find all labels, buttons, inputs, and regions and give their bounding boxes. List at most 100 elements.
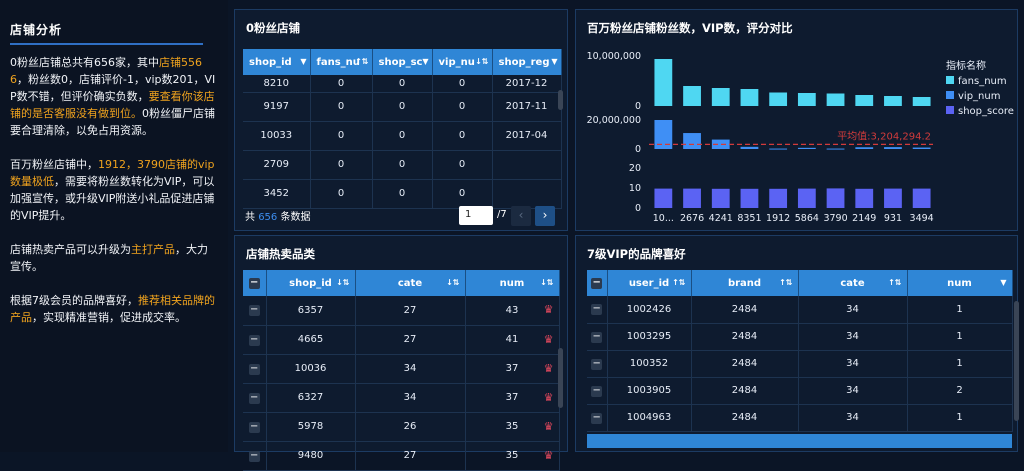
million-fans-chart-panel: 百万粉丝店铺粉丝数，VIP数，评分对比 10,000,000 0 20,000,00… (575, 9, 1018, 231)
table-row[interactable]: 9197 0 0 0 2017-11 (243, 92, 562, 122)
expand-all-cell[interactable]: − (587, 270, 608, 296)
analysis-para-3: 店铺热卖产品可以升级为主打产品，大力宣传。 (10, 241, 218, 275)
sort-icon[interactable]: ▼ (551, 57, 557, 66)
column-header-shop_sc[interactable]: shop_sc ▼ (372, 49, 433, 75)
minus-icon[interactable]: − (248, 363, 260, 375)
sort-icon[interactable]: ↓⇅ (336, 278, 349, 287)
minus-icon[interactable]: − (591, 331, 603, 343)
zero-fans-scrollbar[interactable] (558, 90, 563, 110)
table-cell: 6327 (266, 383, 356, 413)
expand-cell[interactable]: − (587, 377, 608, 405)
column-label: num (499, 277, 525, 289)
prev-page-button[interactable]: ‹ (511, 206, 531, 226)
table-row[interactable]: −9480 27 35 ♛ (243, 441, 560, 471)
column-header-shop_id[interactable]: shop_id ▼ (243, 49, 311, 75)
sort-icon[interactable]: ↓⇅ (446, 278, 459, 287)
sort-icon[interactable]: ↓⇅ (540, 278, 553, 287)
legend-swatch-fans_num (946, 76, 954, 84)
minus-icon[interactable]: − (591, 385, 603, 397)
bar-vip_num (683, 133, 701, 149)
table-cell: 100352 (607, 350, 692, 378)
table-cell: 0 (310, 121, 373, 151)
minus-icon[interactable]: − (248, 392, 260, 404)
bar-vip_num (826, 148, 845, 150)
column-header-num[interactable]: num ▼ (907, 270, 1013, 296)
table-row[interactable]: 10033 0 0 0 2017-04 (243, 121, 562, 151)
expand-cell[interactable]: − (587, 350, 608, 378)
crown-icon: ♛ (543, 303, 554, 316)
table-cell: 9197 (243, 92, 311, 122)
minus-icon[interactable]: − (248, 450, 260, 462)
sort-icon[interactable]: ▼ (1000, 278, 1006, 287)
table-row[interactable]: −6327 34 37 ♛ (243, 383, 560, 413)
column-header-user_id[interactable]: user_id ↑⇅ (607, 270, 692, 296)
sort-icon[interactable]: ↑⇅ (672, 278, 685, 287)
table-cell: 1002426 (607, 296, 692, 324)
table-cell: 4665 (266, 325, 356, 355)
vip7-scrollbar[interactable] (1014, 301, 1019, 421)
bar-fans_num (740, 89, 759, 106)
x-tick-label: 8351 (737, 213, 761, 224)
expand-cell[interactable]: − (243, 325, 267, 355)
table-row[interactable]: −1004963 2484 34 1 (587, 404, 1013, 432)
next-page-button[interactable]: › (535, 206, 555, 226)
minus-icon[interactable]: − (248, 305, 260, 317)
table-row[interactable]: −6357 27 43 ♛ (243, 296, 560, 326)
table-cell: 2484 (691, 404, 799, 432)
expand-cell[interactable]: − (587, 323, 608, 351)
table-row[interactable]: −1003905 2484 34 2 (587, 377, 1013, 405)
sort-icon[interactable]: ↑⇅ (888, 278, 901, 287)
sort-icon[interactable]: ↑⇅ (779, 278, 792, 287)
table-row[interactable]: 3452 0 0 0 (243, 179, 562, 209)
analysis-text-segment: 0粉丝店铺总共有656家，其中 (10, 56, 159, 69)
column-header-brand[interactable]: brand ↑⇅ (691, 270, 799, 296)
column-header-cate[interactable]: cate ↑⇅ (798, 270, 908, 296)
expand-all-cell[interactable]: − (243, 270, 267, 296)
x-tick-label: 1912 (766, 213, 790, 224)
expand-cell[interactable]: − (243, 441, 267, 471)
table-row[interactable]: −1003295 2484 34 1 (587, 323, 1013, 351)
minus-icon[interactable]: − (591, 278, 603, 289)
legend-label-fans_num: fans_num (958, 76, 1007, 87)
table-cell: 0 (372, 92, 433, 122)
bar-fans_num (797, 93, 816, 106)
column-header-shop_reg[interactable]: shop_reg ▼ (492, 49, 562, 75)
column-header-fans_nu[interactable]: fans_nu ↑⇅ (310, 49, 373, 75)
sort-icon[interactable]: ▼ (300, 57, 306, 66)
expand-cell[interactable]: − (243, 412, 267, 442)
minus-icon[interactable]: − (248, 421, 260, 433)
column-header-num[interactable]: num ↓⇅ (465, 270, 560, 296)
expand-cell[interactable]: − (243, 383, 267, 413)
table-cell: 10033 (243, 121, 311, 151)
table-row[interactable]: 2709 0 0 0 (243, 150, 562, 180)
bar-shop_score (855, 188, 874, 208)
minus-icon[interactable]: − (248, 334, 260, 346)
table-row[interactable]: 8210 0 0 0 2017-12 (243, 75, 562, 93)
table-row[interactable]: −100352 2484 34 1 (587, 350, 1013, 378)
minus-icon[interactable]: − (591, 412, 603, 424)
table-row[interactable]: −10036 34 37 ♛ (243, 354, 560, 384)
table-cell: 37 ♛ (465, 354, 560, 384)
expand-cell[interactable]: − (243, 354, 267, 384)
minus-icon[interactable]: − (248, 278, 260, 289)
page-input[interactable]: 1 (459, 206, 493, 225)
expand-cell[interactable]: − (587, 404, 608, 432)
highlight-text: 主打产品 (131, 243, 175, 256)
table-row[interactable]: −1002426 2484 34 1 (587, 296, 1013, 324)
table-cell: 2 (907, 377, 1013, 405)
minus-icon[interactable]: − (591, 304, 603, 316)
expand-cell[interactable]: − (243, 296, 267, 326)
minus-icon[interactable]: − (591, 358, 603, 370)
sort-icon[interactable]: ↑⇅ (355, 57, 368, 66)
sort-icon[interactable]: ▼ (422, 57, 428, 66)
expand-cell[interactable]: − (587, 296, 608, 324)
table-cell: 2484 (691, 377, 799, 405)
hot-scrollbar[interactable] (558, 348, 563, 408)
table-row[interactable]: −5978 26 35 ♛ (243, 412, 560, 442)
column-header-cate[interactable]: cate ↓⇅ (355, 270, 466, 296)
column-header-vip_nu[interactable]: vip_nu ↓⇅ (432, 49, 493, 75)
table-row[interactable]: −4665 27 41 ♛ (243, 325, 560, 355)
column-header-shop_id[interactable]: shop_id ↓⇅ (266, 270, 356, 296)
sort-icon[interactable]: ↓⇅ (475, 57, 488, 66)
zero-fans-panel: 0粉丝店铺 shop_id ▼ fans_nu ↑⇅ shop_sc ▼ vip_nu ↓⇅ s… (234, 9, 568, 231)
